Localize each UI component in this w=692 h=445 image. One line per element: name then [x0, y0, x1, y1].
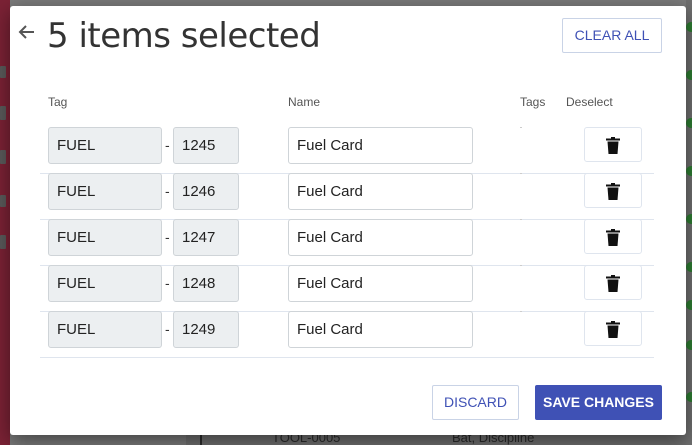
deselect-button[interactable]: [584, 265, 642, 300]
save-changes-button[interactable]: SAVE CHANGES: [535, 385, 662, 420]
tag-number-field[interactable]: 1249: [173, 311, 239, 348]
bulk-edit-dialog: 5 items selected CLEAR ALL Tag Name Tags…: [10, 6, 686, 435]
background-status-dot: [686, 118, 692, 128]
tag-number-field[interactable]: 1247: [173, 219, 239, 256]
deselect-button[interactable]: [584, 127, 642, 162]
tags-cell: [520, 219, 522, 220]
background-tag-icon: [0, 195, 6, 207]
trash-icon: [606, 137, 620, 154]
name-field[interactable]: Fuel Card: [288, 173, 473, 210]
background-status-dot: [686, 340, 692, 350]
tag-prefix-field[interactable]: FUEL: [48, 265, 162, 302]
trash-icon: [606, 321, 620, 338]
tags-cell: [520, 127, 522, 128]
tags-cell: [520, 311, 522, 312]
list-item: FUEL -1246 Fuel Card: [40, 173, 654, 220]
dialog-title: 5 items selected: [47, 16, 321, 56]
background-status-dot: [686, 70, 692, 80]
background-user-icon: [0, 106, 6, 120]
column-header-name: Name: [288, 95, 321, 109]
column-header-deselect: Deselect: [566, 95, 613, 109]
list-item: FUEL -1249 Fuel Card: [40, 311, 654, 358]
list-item: FUEL -1248 Fuel Card: [40, 265, 654, 312]
trash-icon: [606, 229, 620, 246]
tag-prefix-field[interactable]: FUEL: [48, 219, 162, 256]
name-field[interactable]: Fuel Card: [288, 265, 473, 302]
background-status-dot: [686, 22, 692, 32]
arrow-left-icon: [18, 25, 34, 39]
clear-all-button[interactable]: CLEAR ALL: [562, 18, 662, 53]
trash-icon: [606, 275, 620, 292]
name-field[interactable]: Fuel Card: [288, 219, 473, 256]
list-item: FUEL -1245 Fuel Card: [40, 127, 654, 174]
name-field[interactable]: Fuel Card: [288, 127, 473, 164]
deselect-button[interactable]: [584, 311, 642, 346]
background-status-dot: [686, 392, 692, 402]
background-checkbox: [200, 434, 202, 445]
background-status-dot: [686, 262, 692, 272]
tag-prefix-field[interactable]: FUEL: [48, 311, 162, 348]
tag-number-field[interactable]: 1248: [173, 265, 239, 302]
background-status-dot: [686, 214, 692, 224]
separator-dash: -: [165, 229, 170, 245]
tag-number-field[interactable]: 1246: [173, 173, 239, 210]
name-field[interactable]: Fuel Card: [288, 311, 473, 348]
column-header-tag: Tag: [48, 95, 68, 109]
separator-dash: -: [165, 183, 170, 199]
background-status-dot: [686, 166, 692, 176]
background-list-icon: [0, 150, 6, 164]
tag-prefix-field[interactable]: FUEL: [48, 127, 162, 164]
list-item: FUEL -1247 Fuel Card: [40, 219, 654, 266]
tag-number-field[interactable]: 1245: [173, 127, 239, 164]
trash-icon: [606, 183, 620, 200]
background-status-dot: [686, 300, 692, 310]
separator-dash: -: [165, 137, 170, 153]
background-menu-icon: [0, 66, 6, 78]
tags-cell: [520, 173, 522, 174]
back-button[interactable]: [17, 22, 39, 44]
separator-dash: -: [165, 275, 170, 291]
tag-prefix-field[interactable]: FUEL: [48, 173, 162, 210]
deselect-button[interactable]: [584, 173, 642, 208]
deselect-button[interactable]: [584, 219, 642, 254]
background-grid-icon: [0, 235, 6, 249]
separator-dash: -: [165, 321, 170, 337]
column-header-tags: Tags: [520, 95, 546, 109]
background-status-column: [686, 0, 692, 445]
tags-cell: [520, 265, 522, 266]
background-sidebar: [0, 0, 10, 445]
discard-button[interactable]: DISCARD: [432, 385, 519, 420]
